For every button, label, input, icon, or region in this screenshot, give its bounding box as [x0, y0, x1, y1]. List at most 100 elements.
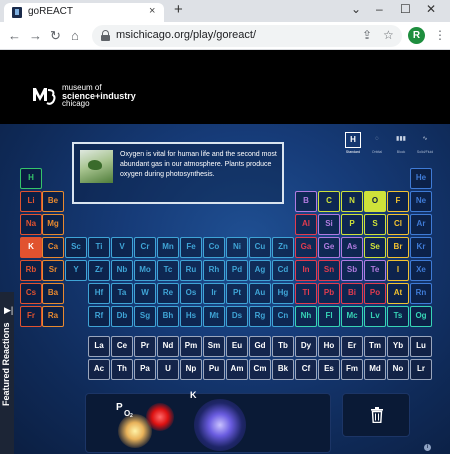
element-tile-fe[interactable]: Fe — [180, 237, 202, 258]
element-tile-es[interactable]: Es — [318, 359, 340, 380]
element-tile-o[interactable]: O — [364, 191, 386, 212]
minimize-icon[interactable]: – — [376, 2, 383, 16]
element-tile-se[interactable]: Se — [364, 237, 386, 258]
element-tile-db[interactable]: Db — [111, 306, 133, 327]
element-tile-y[interactable]: Y — [65, 260, 87, 281]
block-view-icon[interactable]: ▮▮▮ — [393, 132, 409, 148]
element-tile-am[interactable]: Am — [226, 359, 248, 380]
element-tile-ac[interactable]: Ac — [88, 359, 110, 380]
element-tile-f[interactable]: F — [387, 191, 409, 212]
url-input[interactable]: msichicago.org/play/goreact/ ⇪ ☆ — [92, 25, 402, 47]
avatar[interactable]: R — [408, 27, 425, 44]
share-icon[interactable]: ⇪ — [362, 28, 372, 42]
element-tile-sg[interactable]: Sg — [134, 306, 156, 327]
element-tile-os[interactable]: Os — [180, 283, 202, 304]
element-tile-nb[interactable]: Nb — [111, 260, 133, 281]
element-tile-nh[interactable]: Nh — [295, 306, 317, 327]
back-arrow-icon[interactable]: ← — [8, 28, 21, 43]
element-tile-sb[interactable]: Sb — [341, 260, 363, 281]
element-tile-cd[interactable]: Cd — [272, 260, 294, 281]
element-tile-at[interactable]: At — [387, 283, 409, 304]
element-tile-na[interactable]: Na — [20, 214, 42, 235]
element-tile-pa[interactable]: Pa — [134, 359, 156, 380]
standard-view-button[interactable]: H — [345, 132, 361, 148]
element-tile-pd[interactable]: Pd — [226, 260, 248, 281]
element-tile-ir[interactable]: Ir — [203, 283, 225, 304]
element-tile-md[interactable]: Md — [364, 359, 386, 380]
element-tile-h[interactable]: H — [20, 168, 42, 189]
element-tile-in[interactable]: In — [295, 260, 317, 281]
new-tab-button[interactable]: + — [174, 1, 183, 18]
element-tile-cs[interactable]: Cs — [20, 283, 42, 304]
solid-fluid-view-icon[interactable]: ∿ — [417, 132, 433, 148]
element-tile-cm[interactable]: Cm — [249, 359, 271, 380]
element-tile-mt[interactable]: Mt — [203, 306, 225, 327]
element-tile-fm[interactable]: Fm — [341, 359, 363, 380]
info-icon[interactable]: i — [424, 444, 431, 451]
element-tile-gd[interactable]: Gd — [249, 336, 271, 357]
tab-search-icon[interactable]: ⌄ — [351, 2, 361, 16]
element-tile-tl[interactable]: Tl — [295, 283, 317, 304]
element-tile-c[interactable]: C — [318, 191, 340, 212]
element-tile-ag[interactable]: Ag — [249, 260, 271, 281]
museum-logo-icon[interactable] — [30, 84, 56, 108]
element-tile-v[interactable]: V — [111, 237, 133, 258]
element-tile-au[interactable]: Au — [249, 283, 271, 304]
element-tile-ga[interactable]: Ga — [295, 237, 317, 258]
element-tile-cl[interactable]: Cl — [387, 214, 409, 235]
element-tile-cu[interactable]: Cu — [249, 237, 271, 258]
clear-reaction-button[interactable] — [342, 393, 410, 437]
element-tile-s[interactable]: S — [364, 214, 386, 235]
element-tile-ru[interactable]: Ru — [180, 260, 202, 281]
element-tile-rn[interactable]: Rn — [410, 283, 432, 304]
potassium-atom[interactable] — [194, 399, 246, 451]
element-tile-pu[interactable]: Pu — [203, 359, 225, 380]
lock-icon[interactable] — [101, 30, 110, 41]
maximize-icon[interactable]: ☐ — [400, 2, 411, 16]
element-tile-k[interactable]: K — [20, 237, 42, 258]
element-tile-pr[interactable]: Pr — [134, 336, 156, 357]
element-tile-bi[interactable]: Bi — [341, 283, 363, 304]
element-tile-bk[interactable]: Bk — [272, 359, 294, 380]
home-icon[interactable]: ⌂ — [71, 28, 79, 43]
element-tile-dy[interactable]: Dy — [295, 336, 317, 357]
element-tile-th[interactable]: Th — [111, 359, 133, 380]
element-tile-cn[interactable]: Cn — [272, 306, 294, 327]
element-tile-ge[interactable]: Ge — [318, 237, 340, 258]
element-tile-cr[interactable]: Cr — [134, 237, 156, 258]
element-tile-si[interactable]: Si — [318, 214, 340, 235]
element-tile-co[interactable]: Co — [203, 237, 225, 258]
element-tile-eu[interactable]: Eu — [226, 336, 248, 357]
element-tile-fr[interactable]: Fr — [20, 306, 42, 327]
orbital-view-icon[interactable]: ◌ — [369, 132, 385, 148]
window-close-icon[interactable]: ✕ — [426, 2, 436, 16]
element-tile-mo[interactable]: Mo — [134, 260, 156, 281]
element-tile-ar[interactable]: Ar — [410, 214, 432, 235]
element-tile-mn[interactable]: Mn — [157, 237, 179, 258]
element-tile-i[interactable]: I — [387, 260, 409, 281]
element-tile-ce[interactable]: Ce — [111, 336, 133, 357]
element-tile-as[interactable]: As — [341, 237, 363, 258]
element-tile-rf[interactable]: Rf — [88, 306, 110, 327]
element-tile-he[interactable]: He — [410, 168, 432, 189]
element-tile-br[interactable]: Br — [387, 237, 409, 258]
tab-close-icon[interactable]: × — [149, 5, 155, 17]
element-tile-ca[interactable]: Ca — [42, 237, 64, 258]
element-tile-lr[interactable]: Lr — [410, 359, 432, 380]
element-tile-np[interactable]: Np — [180, 359, 202, 380]
element-tile-re[interactable]: Re — [157, 283, 179, 304]
element-tile-po[interactable]: Po — [364, 283, 386, 304]
element-tile-er[interactable]: Er — [341, 336, 363, 357]
star-icon[interactable]: ☆ — [383, 28, 394, 42]
element-tile-sr[interactable]: Sr — [42, 260, 64, 281]
element-tile-nd[interactable]: Nd — [157, 336, 179, 357]
element-tile-te[interactable]: Te — [364, 260, 386, 281]
element-tile-zr[interactable]: Zr — [88, 260, 110, 281]
element-tile-hg[interactable]: Hg — [272, 283, 294, 304]
element-tile-sm[interactable]: Sm — [203, 336, 225, 357]
element-tile-ho[interactable]: Ho — [318, 336, 340, 357]
element-tile-sc[interactable]: Sc — [65, 237, 87, 258]
kebab-menu-icon[interactable]: ⋮ — [434, 28, 446, 42]
element-tile-lu[interactable]: Lu — [410, 336, 432, 357]
element-tile-tb[interactable]: Tb — [272, 336, 294, 357]
